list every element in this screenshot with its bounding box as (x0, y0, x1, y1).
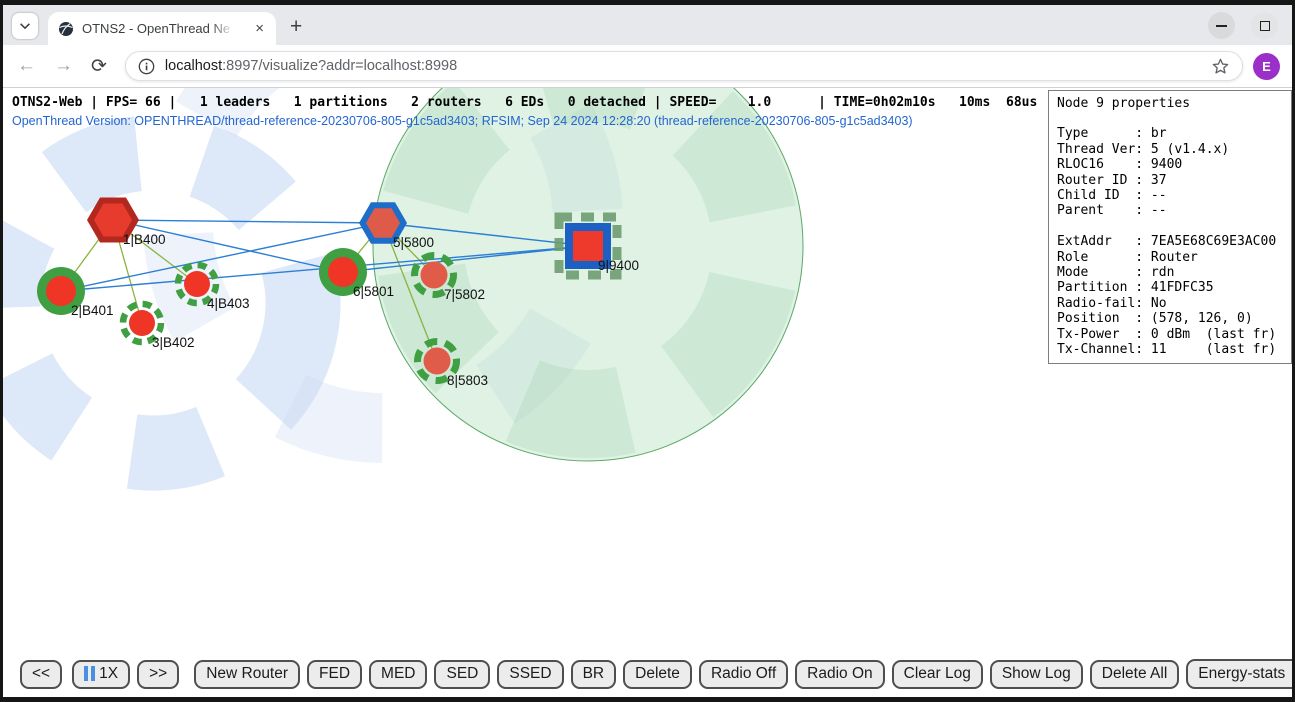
radio-off-button-label: Radio Off (711, 665, 776, 683)
sed-button-label: SED (446, 665, 478, 683)
tab-title: OTNS2 - OpenThread Ne (82, 21, 234, 36)
new-router-button[interactable]: New Router (194, 660, 300, 689)
clear-log-button[interactable]: Clear Log (892, 660, 983, 689)
back-button[interactable]: ← (17, 55, 36, 77)
radio-on-button-label: Radio On (807, 665, 872, 683)
node-5802[interactable] (421, 262, 448, 289)
tab-close-icon[interactable]: × (251, 19, 268, 38)
node-b402-label: 3|B402 (152, 335, 195, 350)
pause-icon (84, 666, 95, 681)
maximize-button[interactable] (1251, 12, 1278, 39)
fed-button-label: FED (319, 665, 350, 683)
page-info-icon[interactable] (138, 58, 155, 75)
navigation-bar: ← → ⟳ localhost:8997/visualize?addr=loca… (3, 45, 1292, 88)
speed-up-button-label: >> (149, 665, 167, 683)
sed-button[interactable]: SED (434, 660, 490, 689)
site-favicon-globe-icon (58, 21, 74, 37)
bookmark-star-icon[interactable] (1211, 57, 1230, 76)
node-5803-label: 8|5803 (447, 373, 488, 388)
node-properties-title: Node 9 properties (1057, 96, 1283, 111)
node-b403-label: 4|B403 (207, 296, 250, 311)
tab-search-button[interactable] (12, 13, 38, 39)
window-controls (1208, 12, 1278, 39)
node-5800-label: 5|5800 (393, 235, 434, 250)
speed-up-button[interactable]: >> (137, 660, 179, 689)
show-log-button-label: Show Log (1002, 665, 1071, 683)
pause-speed-button-label: 1X (99, 665, 118, 683)
radio-off-button[interactable]: Radio Off (699, 660, 788, 689)
show-log-button[interactable]: Show Log (990, 660, 1083, 689)
minimize-icon (1216, 25, 1227, 27)
version-line: OpenThread Version: OPENTHREAD/thread-re… (12, 114, 913, 128)
active-tab[interactable]: OTNS2 - OpenThread Ne × (48, 12, 276, 45)
delete-button[interactable]: Delete (623, 660, 692, 689)
med-button-label: MED (381, 665, 415, 683)
node-5803[interactable] (424, 348, 451, 375)
radio-on-button[interactable]: Radio On (795, 660, 884, 689)
speed-down-button-label: << (32, 665, 50, 683)
maximize-icon (1260, 21, 1270, 31)
new-router-button-label: New Router (206, 665, 288, 683)
energy-stats-button[interactable]: Energy-stats ↗ (1186, 659, 1295, 689)
fed-button[interactable]: FED (307, 660, 362, 689)
forward-button[interactable]: → (54, 55, 73, 77)
address-bar[interactable]: localhost:8997/visualize?addr=localhost:… (125, 51, 1243, 81)
speed-down-button[interactable]: << (20, 660, 62, 689)
profile-avatar[interactable]: E (1253, 53, 1280, 80)
node-b402[interactable] (129, 310, 155, 336)
delete-all-button-label: Delete All (1102, 665, 1167, 683)
reload-button[interactable]: ⟳ (91, 55, 107, 78)
node-b400-label: 1|B400 (123, 232, 166, 247)
node-5801[interactable] (328, 257, 358, 287)
action-toolbar: << 1X >> New Router FED MED SED SSED BR Delete Rad… (3, 651, 1292, 697)
delete-all-button[interactable]: Delete All (1090, 660, 1179, 689)
ssed-button[interactable]: SSED (497, 660, 563, 689)
energy-stats-button-label: Energy-stats ↗ (1198, 664, 1295, 683)
tab-strip: OTNS2 - OpenThread Ne × + (3, 5, 1292, 45)
node-properties-body: Type : br Thread Ver: 5 (v1.4.x) RLOC16 … (1057, 126, 1283, 357)
minimize-button[interactable] (1208, 12, 1235, 39)
url-host: localhost (165, 58, 222, 74)
simulation-canvas[interactable]: 1|B400 2|B401 3|B402 4|B403 5|5800 6|5801 7|58… (3, 88, 1292, 651)
node-5802-label: 7|5802 (444, 287, 485, 302)
delete-button-label: Delete (635, 665, 680, 683)
new-tab-button[interactable]: + (290, 16, 302, 37)
ssed-button-label: SSED (509, 665, 551, 683)
clear-log-button-label: Clear Log (904, 665, 971, 683)
br-button[interactable]: BR (571, 660, 617, 689)
chevron-down-icon (18, 19, 32, 33)
pause-speed-button[interactable]: 1X (72, 660, 130, 689)
br-button-label: BR (583, 665, 605, 683)
node-9400-label: 9|9400 (598, 258, 639, 273)
node-properties-panel: Node 9 properties Type : br Thread Ver: … (1048, 90, 1292, 364)
url-path: :8997/visualize?addr=localhost:8998 (222, 58, 457, 74)
node-b403[interactable] (184, 271, 210, 297)
node-b401[interactable] (46, 276, 76, 306)
node-5801-label: 6|5801 (353, 284, 394, 299)
node-9400[interactable] (573, 231, 603, 261)
status-bar: OTNS2-Web | FPS= 66 | 1 leaders 1 partit… (12, 95, 1037, 110)
browser-window: OTNS2 - OpenThread Ne × + ← → ⟳ localhos… (0, 0, 1295, 702)
node-b401-label: 2|B401 (71, 303, 114, 318)
med-button[interactable]: MED (369, 660, 427, 689)
url-text[interactable]: localhost:8997/visualize?addr=localhost:… (165, 58, 1203, 74)
